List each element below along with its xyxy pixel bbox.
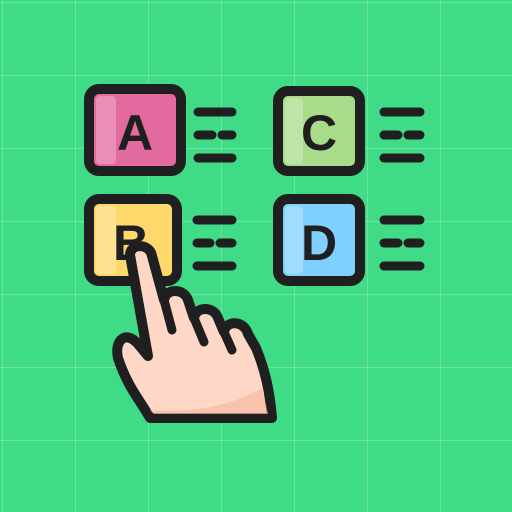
option-d-text-lines [379,215,425,271]
option-c[interactable]: C [273,86,425,176]
quiz-choice-icon: A C B D [84,84,425,423]
option-a-letter: A [117,105,153,161]
option-d-letter: D [301,215,337,271]
option-a-text-lines [193,107,237,163]
quiz-illustration: A C B D [0,0,512,512]
option-a[interactable]: A [84,84,237,176]
option-c-letter: C [301,105,337,161]
option-c-text-lines [379,107,425,163]
option-d[interactable]: D [273,194,425,286]
pointing-hand-icon [112,241,277,423]
option-b-text-lines [192,215,237,271]
